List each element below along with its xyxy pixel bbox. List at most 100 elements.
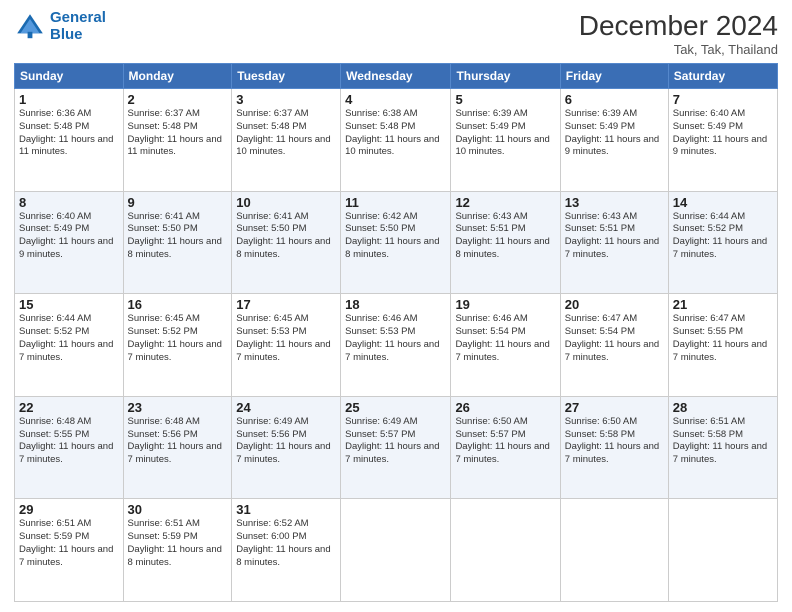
day-number: 14 <box>673 195 773 210</box>
col-saturday: Saturday <box>668 64 777 89</box>
col-wednesday: Wednesday <box>341 64 451 89</box>
day-number: 20 <box>565 297 664 312</box>
col-thursday: Thursday <box>451 64 560 89</box>
day-detail: Sunrise: 6:46 AM Sunset: 5:54 PM Dayligh… <box>455 313 555 364</box>
title-block: December 2024 Tak, Tak, Thailand <box>579 10 778 57</box>
day-number: 24 <box>236 400 336 415</box>
calendar-cell: 4 Sunrise: 6:38 AM Sunset: 5:48 PM Dayli… <box>341 89 451 192</box>
day-number: 16 <box>128 297 228 312</box>
calendar-week-row: 15 Sunrise: 6:44 AM Sunset: 5:52 PM Dayl… <box>15 294 778 397</box>
day-detail: Sunrise: 6:51 AM Sunset: 5:59 PM Dayligh… <box>128 518 228 569</box>
calendar-week-row: 29 Sunrise: 6:51 AM Sunset: 5:59 PM Dayl… <box>15 499 778 602</box>
day-detail: Sunrise: 6:42 AM Sunset: 5:50 PM Dayligh… <box>345 211 446 262</box>
calendar-cell: 11 Sunrise: 6:42 AM Sunset: 5:50 PM Dayl… <box>341 191 451 294</box>
calendar-cell: 23 Sunrise: 6:48 AM Sunset: 5:56 PM Dayl… <box>123 396 232 499</box>
day-number: 23 <box>128 400 228 415</box>
col-friday: Friday <box>560 64 668 89</box>
day-detail: Sunrise: 6:51 AM Sunset: 5:58 PM Dayligh… <box>673 416 773 467</box>
calendar-cell: 29 Sunrise: 6:51 AM Sunset: 5:59 PM Dayl… <box>15 499 124 602</box>
calendar-header-row: Sunday Monday Tuesday Wednesday Thursday… <box>15 64 778 89</box>
day-number: 21 <box>673 297 773 312</box>
day-detail: Sunrise: 6:51 AM Sunset: 5:59 PM Dayligh… <box>19 518 119 569</box>
logo: General Blue <box>14 10 106 43</box>
day-number: 2 <box>128 92 228 107</box>
calendar-cell: 1 Sunrise: 6:36 AM Sunset: 5:48 PM Dayli… <box>15 89 124 192</box>
day-detail: Sunrise: 6:39 AM Sunset: 5:49 PM Dayligh… <box>455 108 555 159</box>
col-sunday: Sunday <box>15 64 124 89</box>
day-number: 17 <box>236 297 336 312</box>
calendar-cell: 13 Sunrise: 6:43 AM Sunset: 5:51 PM Dayl… <box>560 191 668 294</box>
day-number: 26 <box>455 400 555 415</box>
subtitle: Tak, Tak, Thailand <box>579 42 778 57</box>
calendar-cell <box>668 499 777 602</box>
day-detail: Sunrise: 6:47 AM Sunset: 5:55 PM Dayligh… <box>673 313 773 364</box>
calendar-cell: 10 Sunrise: 6:41 AM Sunset: 5:50 PM Dayl… <box>232 191 341 294</box>
day-detail: Sunrise: 6:38 AM Sunset: 5:48 PM Dayligh… <box>345 108 446 159</box>
page: General Blue December 2024 Tak, Tak, Tha… <box>0 0 792 612</box>
calendar-cell: 30 Sunrise: 6:51 AM Sunset: 5:59 PM Dayl… <box>123 499 232 602</box>
day-number: 31 <box>236 502 336 517</box>
main-title: December 2024 <box>579 10 778 42</box>
day-number: 18 <box>345 297 446 312</box>
day-detail: Sunrise: 6:44 AM Sunset: 5:52 PM Dayligh… <box>673 211 773 262</box>
day-detail: Sunrise: 6:50 AM Sunset: 5:58 PM Dayligh… <box>565 416 664 467</box>
day-number: 11 <box>345 195 446 210</box>
calendar-cell: 18 Sunrise: 6:46 AM Sunset: 5:53 PM Dayl… <box>341 294 451 397</box>
day-detail: Sunrise: 6:41 AM Sunset: 5:50 PM Dayligh… <box>128 211 228 262</box>
day-number: 1 <box>19 92 119 107</box>
day-number: 28 <box>673 400 773 415</box>
logo-text: General Blue <box>50 10 106 43</box>
day-number: 12 <box>455 195 555 210</box>
day-detail: Sunrise: 6:48 AM Sunset: 5:56 PM Dayligh… <box>128 416 228 467</box>
calendar-cell <box>341 499 451 602</box>
calendar-cell: 6 Sunrise: 6:39 AM Sunset: 5:49 PM Dayli… <box>560 89 668 192</box>
calendar-cell: 3 Sunrise: 6:37 AM Sunset: 5:48 PM Dayli… <box>232 89 341 192</box>
calendar-cell: 8 Sunrise: 6:40 AM Sunset: 5:49 PM Dayli… <box>15 191 124 294</box>
day-number: 25 <box>345 400 446 415</box>
calendar-cell: 28 Sunrise: 6:51 AM Sunset: 5:58 PM Dayl… <box>668 396 777 499</box>
day-number: 22 <box>19 400 119 415</box>
day-number: 13 <box>565 195 664 210</box>
calendar-cell: 12 Sunrise: 6:43 AM Sunset: 5:51 PM Dayl… <box>451 191 560 294</box>
day-detail: Sunrise: 6:36 AM Sunset: 5:48 PM Dayligh… <box>19 108 119 159</box>
day-detail: Sunrise: 6:43 AM Sunset: 5:51 PM Dayligh… <box>565 211 664 262</box>
day-number: 9 <box>128 195 228 210</box>
calendar-cell: 15 Sunrise: 6:44 AM Sunset: 5:52 PM Dayl… <box>15 294 124 397</box>
day-detail: Sunrise: 6:39 AM Sunset: 5:49 PM Dayligh… <box>565 108 664 159</box>
calendar-week-row: 8 Sunrise: 6:40 AM Sunset: 5:49 PM Dayli… <box>15 191 778 294</box>
day-number: 4 <box>345 92 446 107</box>
calendar-cell <box>560 499 668 602</box>
header: General Blue December 2024 Tak, Tak, Tha… <box>14 10 778 57</box>
day-detail: Sunrise: 6:37 AM Sunset: 5:48 PM Dayligh… <box>236 108 336 159</box>
calendar-cell: 21 Sunrise: 6:47 AM Sunset: 5:55 PM Dayl… <box>668 294 777 397</box>
calendar-cell: 2 Sunrise: 6:37 AM Sunset: 5:48 PM Dayli… <box>123 89 232 192</box>
calendar-cell: 17 Sunrise: 6:45 AM Sunset: 5:53 PM Dayl… <box>232 294 341 397</box>
calendar-cell <box>451 499 560 602</box>
calendar-cell: 19 Sunrise: 6:46 AM Sunset: 5:54 PM Dayl… <box>451 294 560 397</box>
day-number: 19 <box>455 297 555 312</box>
day-number: 15 <box>19 297 119 312</box>
calendar-cell: 9 Sunrise: 6:41 AM Sunset: 5:50 PM Dayli… <box>123 191 232 294</box>
calendar-week-row: 1 Sunrise: 6:36 AM Sunset: 5:48 PM Dayli… <box>15 89 778 192</box>
day-detail: Sunrise: 6:46 AM Sunset: 5:53 PM Dayligh… <box>345 313 446 364</box>
calendar-cell: 16 Sunrise: 6:45 AM Sunset: 5:52 PM Dayl… <box>123 294 232 397</box>
calendar-week-row: 22 Sunrise: 6:48 AM Sunset: 5:55 PM Dayl… <box>15 396 778 499</box>
day-number: 30 <box>128 502 228 517</box>
calendar-cell: 25 Sunrise: 6:49 AM Sunset: 5:57 PM Dayl… <box>341 396 451 499</box>
day-number: 29 <box>19 502 119 517</box>
day-detail: Sunrise: 6:41 AM Sunset: 5:50 PM Dayligh… <box>236 211 336 262</box>
day-detail: Sunrise: 6:49 AM Sunset: 5:57 PM Dayligh… <box>345 416 446 467</box>
day-number: 10 <box>236 195 336 210</box>
day-detail: Sunrise: 6:40 AM Sunset: 5:49 PM Dayligh… <box>673 108 773 159</box>
day-detail: Sunrise: 6:40 AM Sunset: 5:49 PM Dayligh… <box>19 211 119 262</box>
calendar-cell: 5 Sunrise: 6:39 AM Sunset: 5:49 PM Dayli… <box>451 89 560 192</box>
calendar-cell: 26 Sunrise: 6:50 AM Sunset: 5:57 PM Dayl… <box>451 396 560 499</box>
calendar-cell: 24 Sunrise: 6:49 AM Sunset: 5:56 PM Dayl… <box>232 396 341 499</box>
day-number: 3 <box>236 92 336 107</box>
day-detail: Sunrise: 6:45 AM Sunset: 5:52 PM Dayligh… <box>128 313 228 364</box>
calendar-cell: 7 Sunrise: 6:40 AM Sunset: 5:49 PM Dayli… <box>668 89 777 192</box>
day-detail: Sunrise: 6:37 AM Sunset: 5:48 PM Dayligh… <box>128 108 228 159</box>
day-detail: Sunrise: 6:43 AM Sunset: 5:51 PM Dayligh… <box>455 211 555 262</box>
day-number: 6 <box>565 92 664 107</box>
calendar-table: Sunday Monday Tuesday Wednesday Thursday… <box>14 63 778 602</box>
